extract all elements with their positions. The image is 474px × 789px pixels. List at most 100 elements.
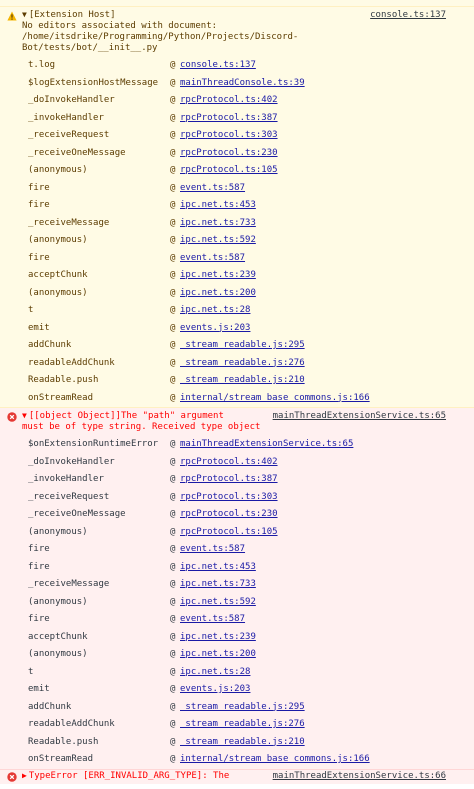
stack-frame-location-link[interactable]: mainThreadExtensionService.ts:65 <box>180 436 353 454</box>
stack-frame-row: _receiveOneMessage @ rpcProtocol.ts:230 <box>0 506 474 524</box>
stack-frame-location-link[interactable]: console.ts:137 <box>180 57 256 75</box>
stack-frame-function: onStreamRead <box>28 754 94 764</box>
stack-frame-at: @ <box>170 491 176 502</box>
stack-frame-function: _receiveOneMessage <box>28 509 126 519</box>
stack-frame-row: fire @ event.ts:587 <box>0 250 474 268</box>
stack-frame-function: fire <box>28 561 50 572</box>
expand-triangle-icon[interactable]: ▼ <box>22 411 27 420</box>
warning-source-link[interactable]: console.ts:137 <box>370 10 446 20</box>
error2-source-link[interactable]: mainThreadExtensionService.ts:66 <box>273 771 446 781</box>
stack-frame-at: @ <box>170 130 176 140</box>
stack-frame-row: (anonymous) @ rpcProtocol.ts:105 <box>0 162 474 180</box>
stack-frame-function: _invokeHandler <box>28 112 104 123</box>
stack-frame-location-link[interactable]: internal/stream_base_commons.js:166 <box>180 751 370 769</box>
stack-frame-at: @ <box>170 684 176 694</box>
stack-frame-row: t @ ipc.net.ts:28 <box>0 302 474 320</box>
stack-frame-function: readableAddChunk <box>28 357 115 368</box>
stack-frame-location-link[interactable]: rpcProtocol.ts:387 <box>180 110 278 128</box>
stack-frame-row: _invokeHandler @ rpcProtocol.ts:387 <box>0 471 474 489</box>
stack-frame-location-link[interactable]: rpcProtocol.ts:230 <box>180 145 278 163</box>
stack-frame-row: _receiveMessage @ ipc.net.ts:733 <box>0 215 474 233</box>
error-stack-trace: $onExtensionRuntimeError @ mainThreadExten… <box>0 436 474 769</box>
stack-frame-location-link[interactable]: event.ts:587 <box>180 180 245 198</box>
stack-frame-function: (anonymous) <box>28 526 88 537</box>
stack-frame-location-link[interactable]: ipc.net.ts:592 <box>180 594 256 612</box>
warning-line-1: No editors associated with document: <box>22 21 218 31</box>
error-source-link[interactable]: mainThreadExtensionService.ts:65 <box>273 411 446 421</box>
stack-frame-location-link[interactable]: ipc.net.ts:200 <box>180 285 256 303</box>
stack-frame-location-link[interactable]: ipc.net.ts:733 <box>180 215 256 233</box>
stack-frame-function: t.log <box>28 60 56 70</box>
error-header[interactable]: ▼ [[object Object]]The "path" argument mu… <box>0 408 474 436</box>
stack-frame-function: onStreamRead <box>28 392 94 403</box>
stack-frame-function: fire <box>28 252 50 263</box>
stack-frame-function: fire <box>28 182 50 193</box>
stack-frame-row: fire @ ipc.net.ts:453 <box>0 559 474 577</box>
stack-frame-function: $onExtensionRuntimeError <box>28 439 159 449</box>
stack-frame-at: @ <box>170 392 176 403</box>
stack-frame-at: @ <box>170 235 176 245</box>
stack-frame-location-link[interactable]: mainThreadConsole.ts:39 <box>180 75 305 93</box>
error-icon <box>7 412 17 422</box>
stack-frame-row: readableAddChunk @ _stream_readable.js:276 <box>0 716 474 734</box>
stack-frame-location-link[interactable]: event.ts:587 <box>180 250 245 268</box>
stack-frame-location-link[interactable]: rpcProtocol.ts:402 <box>180 454 278 472</box>
expand-triangle-icon[interactable]: ▶ <box>22 771 27 780</box>
error-icon <box>7 771 17 782</box>
stack-frame-at: @ <box>170 474 176 484</box>
stack-frame-location-link[interactable]: ipc.net.ts:28 <box>180 664 250 682</box>
stack-frame-location-link[interactable]: event.ts:587 <box>180 611 245 629</box>
stack-frame-location-link[interactable]: events.js:203 <box>180 681 250 699</box>
error-message-2[interactable]: ▶ TypeError [ERR_INVALID_ARG_TYPE]: The m… <box>0 769 474 784</box>
stack-frame-at: @ <box>170 77 176 88</box>
stack-frame-at: @ <box>170 719 176 729</box>
stack-frame-location-link[interactable]: ipc.net.ts:200 <box>180 646 256 664</box>
stack-frame-location-link[interactable]: _stream_readable.js:210 <box>180 372 305 390</box>
stack-frame-location-link[interactable]: _stream_readable.js:295 <box>180 337 305 355</box>
stack-frame-location-link[interactable]: rpcProtocol.ts:105 <box>180 524 278 542</box>
stack-frame-at: @ <box>170 701 176 712</box>
stack-frame-function: fire <box>28 544 50 554</box>
stack-frame-row: t.log @ console.ts:137 <box>0 57 474 75</box>
stack-frame-function: acceptChunk <box>28 631 88 642</box>
stack-frame-row: onStreamRead @ internal/stream_base_common… <box>0 390 474 408</box>
stack-frame-at: @ <box>170 287 176 298</box>
stack-frame-location-link[interactable]: _stream_readable.js:295 <box>180 699 305 717</box>
stack-frame-location-link[interactable]: ipc.net.ts:453 <box>180 559 256 577</box>
stack-frame-location-link[interactable]: ipc.net.ts:453 <box>180 197 256 215</box>
stack-frame-row: onStreamRead @ internal/stream_base_common… <box>0 751 474 769</box>
stack-frame-location-link[interactable]: rpcProtocol.ts:303 <box>180 489 278 507</box>
stack-frame-location-link[interactable]: ipc.net.ts:239 <box>180 267 256 285</box>
stack-frame-function: (anonymous) <box>28 235 88 245</box>
stack-frame-function: addChunk <box>28 701 72 712</box>
stack-frame-function: (anonymous) <box>28 649 88 659</box>
stack-frame-location-link[interactable]: internal/stream_base_commons.js:166 <box>180 390 370 408</box>
stack-frame-location-link[interactable]: rpcProtocol.ts:105 <box>180 162 278 180</box>
stack-frame-row: _receiveRequest @ rpcProtocol.ts:303 <box>0 127 474 145</box>
stack-frame-row: _receiveMessage @ ipc.net.ts:733 <box>0 576 474 594</box>
stack-frame-function: emit <box>28 322 50 333</box>
stack-frame-function: fire <box>28 614 50 624</box>
stack-frame-location-link[interactable]: _stream_readable.js:210 <box>180 734 305 752</box>
stack-frame-location-link[interactable]: ipc.net.ts:592 <box>180 232 256 250</box>
stack-frame-function: fire <box>28 200 50 210</box>
warning-header[interactable]: ▼ [Extension Host] No editors associated … <box>0 7 474 57</box>
stack-frame-location-link[interactable]: ipc.net.ts:239 <box>180 629 256 647</box>
stack-frame-location-link[interactable]: rpcProtocol.ts:230 <box>180 506 278 524</box>
stack-frame-location-link[interactable]: rpcProtocol.ts:387 <box>180 471 278 489</box>
expand-triangle-icon[interactable]: ▼ <box>22 10 27 19</box>
stack-frame-function: t <box>28 305 34 315</box>
stack-frame-location-link[interactable]: rpcProtocol.ts:402 <box>180 92 278 110</box>
stack-frame-function: (anonymous) <box>28 596 88 607</box>
stack-frame-function: Readable.push <box>28 736 99 747</box>
stack-frame-row: t @ ipc.net.ts:28 <box>0 664 474 682</box>
stack-frame-location-link[interactable]: event.ts:587 <box>180 541 245 559</box>
stack-frame-location-link[interactable]: ipc.net.ts:28 <box>180 302 250 320</box>
stack-frame-location-link[interactable]: rpcProtocol.ts:303 <box>180 127 278 145</box>
stack-frame-location-link[interactable]: events.js:203 <box>180 320 250 338</box>
stack-frame-location-link[interactable]: _stream_readable.js:276 <box>180 355 305 373</box>
stack-frame-row: (anonymous) @ rpcProtocol.ts:105 <box>0 524 474 542</box>
stack-frame-location-link[interactable]: ipc.net.ts:733 <box>180 576 256 594</box>
stack-frame-function: t <box>28 666 34 677</box>
stack-frame-location-link[interactable]: _stream_readable.js:276 <box>180 716 305 734</box>
